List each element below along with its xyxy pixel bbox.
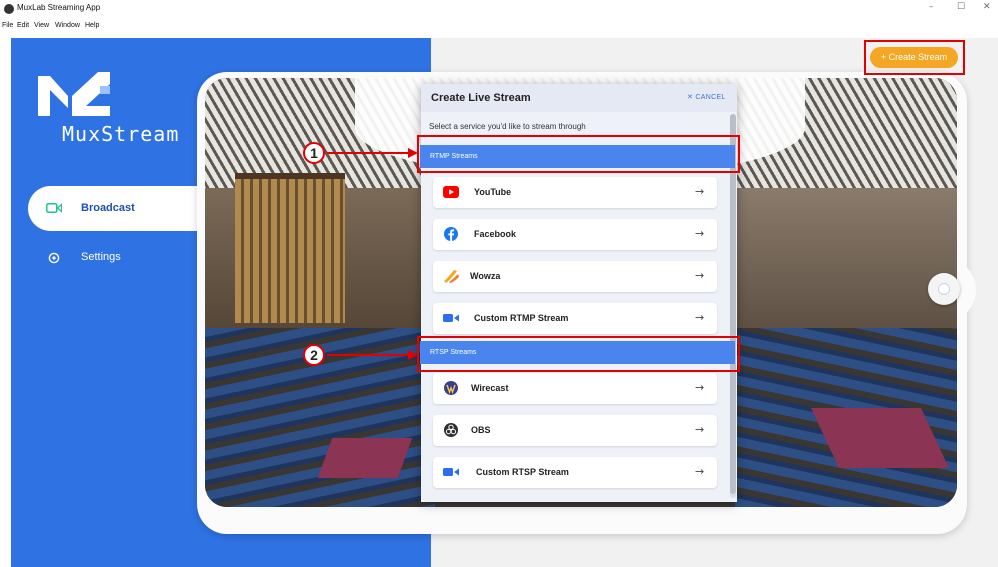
service-label: Custom RTSP Stream [476,467,569,477]
callout-1: 1 [303,142,325,164]
menu-view[interactable]: View [34,22,49,29]
arrow-right-icon: → [695,423,705,436]
menu-edit[interactable]: Edit [17,22,29,29]
service-label: Facebook [474,229,517,239]
service-label: Custom RTMP Stream [474,313,569,323]
menu-file[interactable]: File [2,22,13,29]
service-custom-rtsp[interactable]: Custom RTSP Stream → [433,457,717,488]
dialog-header: Create Live Stream ✕ CANCEL [421,84,737,112]
cancel-button[interactable]: ✕ CANCEL [687,93,726,101]
facebook-icon [444,227,458,241]
wirecast-icon [444,381,458,395]
service-custom-rtmp[interactable]: Custom RTMP Stream → [433,303,717,334]
service-facebook[interactable]: Facebook → [433,219,717,250]
service-label: Wowza [470,271,501,281]
obs-icon [444,423,458,437]
window-title: MuxLab Streaming App [17,3,101,12]
arrow-right-icon: → [695,269,705,282]
app-icon [4,4,14,14]
joystick-knob[interactable] [938,283,950,295]
camera-icon [443,468,459,476]
sidebar-item-label[interactable]: Broadcast [81,202,135,214]
wowza-icon [444,270,459,283]
service-label: OBS [471,425,491,435]
dialog-title: Create Live Stream [431,92,531,104]
highlight-create-stream [864,40,965,75]
menu-help[interactable]: Help [85,22,99,29]
service-wirecast[interactable]: Wirecast → [433,373,717,404]
dialog-subtitle: Select a service you'd like to stream th… [429,122,586,131]
menu-bar: File Edit View Window Help [0,18,998,38]
service-label: Wirecast [471,383,509,393]
muxstream-logo-icon [38,72,110,116]
service-obs[interactable]: OBS → [433,415,717,446]
highlight-rtsp-section [417,336,740,372]
ptz-joystick-control[interactable] [928,273,960,305]
preview-carpet-left [317,438,413,478]
menu-window[interactable]: Window [55,22,80,29]
arrow-right-icon: → [695,381,705,394]
logo-text: MuxStream [62,122,180,146]
arrow-right-icon: → [695,311,705,324]
maximize-button[interactable]: ☐ [957,2,965,12]
highlight-rtmp-section [417,135,740,173]
arrow-right-icon: → [695,185,705,198]
camera-icon [46,203,62,213]
minimize-button[interactable]: – [929,2,934,12]
close-window-button[interactable]: ✕ [983,2,991,12]
arrow-right-icon: → [695,227,705,240]
preview-organ [235,173,345,323]
service-youtube[interactable]: YouTube → [433,177,717,208]
camera-icon [443,314,459,322]
arrow-right-icon: → [695,465,705,478]
youtube-icon [443,186,459,198]
service-wowza[interactable]: Wowza → [433,261,717,292]
window-titlebar: MuxLab Streaming App – ☐ ✕ [0,0,998,18]
gear-icon [48,252,60,264]
sidebar-item-label[interactable]: Settings [81,251,121,263]
service-label: YouTube [474,187,512,197]
callout-2: 2 [303,344,325,366]
